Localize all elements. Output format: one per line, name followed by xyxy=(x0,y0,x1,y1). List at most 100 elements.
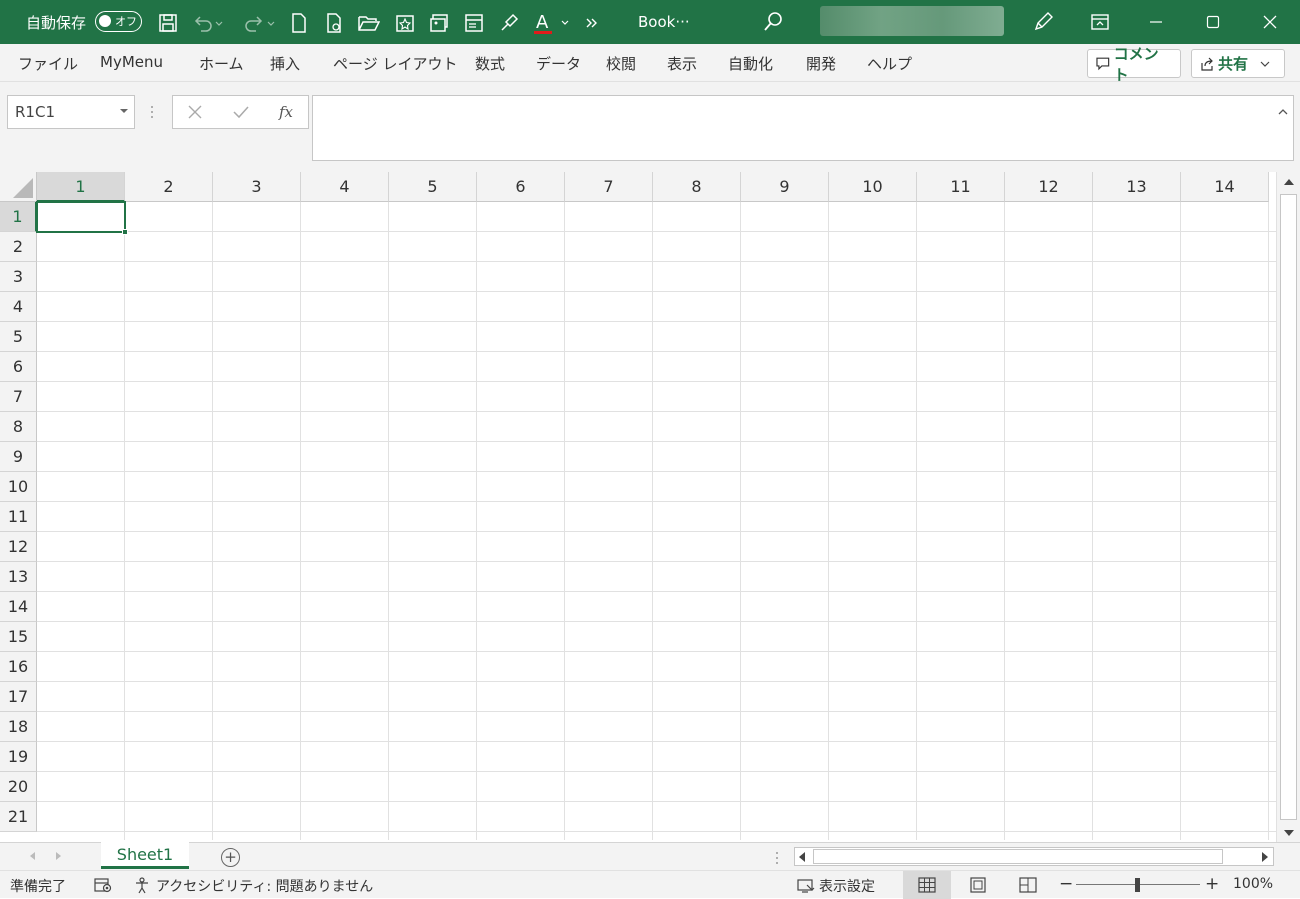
column-header[interactable]: 12 xyxy=(1005,172,1093,202)
fill-handle[interactable] xyxy=(122,229,128,235)
column-header[interactable]: 11 xyxy=(917,172,1005,202)
tab-home[interactable]: ホーム xyxy=(199,53,244,74)
share-button[interactable]: 共有 xyxy=(1191,49,1285,78)
scroll-down-icon[interactable] xyxy=(1284,830,1294,836)
row-header[interactable]: 15 xyxy=(0,622,37,652)
grip-icon[interactable] xyxy=(150,104,154,120)
column-header[interactable]: 13 xyxy=(1093,172,1181,202)
tab-review[interactable]: 校閲 xyxy=(606,53,636,74)
enter-icon[interactable] xyxy=(219,96,263,128)
row-header[interactable]: 16 xyxy=(0,652,37,682)
tab-insert[interactable]: 挿入 xyxy=(270,53,300,74)
zoom-out-icon[interactable]: − xyxy=(1059,874,1073,894)
column-header[interactable]: 7 xyxy=(565,172,653,202)
autosave-toggle[interactable]: オフ xyxy=(95,11,142,32)
row-header[interactable]: 21 xyxy=(0,802,37,832)
search-icon[interactable] xyxy=(758,8,788,36)
row-header[interactable]: 14 xyxy=(0,592,37,622)
add-sheet-icon[interactable]: + xyxy=(221,848,240,867)
maximize-button[interactable] xyxy=(1185,0,1241,44)
collapse-formula-icon[interactable] xyxy=(1278,108,1288,116)
row-header[interactable]: 6 xyxy=(0,352,37,382)
tab-help[interactable]: ヘルプ xyxy=(867,53,912,74)
prev-sheet-icon[interactable] xyxy=(30,852,35,860)
tab-file[interactable]: ファイル xyxy=(18,53,78,74)
row-header[interactable]: 2 xyxy=(0,232,37,262)
more-commands-icon[interactable] xyxy=(582,10,602,36)
column-header[interactable]: 3 xyxy=(213,172,301,202)
split-grip-icon[interactable] xyxy=(775,851,779,869)
vertical-scrollbar[interactable] xyxy=(1276,172,1300,842)
horizontal-scroll-thumb[interactable] xyxy=(813,849,1223,864)
name-box[interactable]: R1C1 xyxy=(7,95,135,129)
normal-view-button[interactable] xyxy=(903,871,951,899)
cell-area[interactable] xyxy=(37,202,1276,840)
worksheet-grid[interactable]: 1 2 3 4 5 6 7 8 9 10 11 12 13 14 1 2 3 4 5 6 7 8 9 10 11 12 13 14 1… xyxy=(0,172,1276,840)
row-header[interactable]: 12 xyxy=(0,532,37,562)
page-layout-view-button[interactable] xyxy=(954,871,1002,899)
tab-view[interactable]: 表示 xyxy=(667,53,697,74)
tab-automate[interactable]: 自動化 xyxy=(728,53,773,74)
column-header[interactable]: 8 xyxy=(653,172,741,202)
row-header[interactable]: 19 xyxy=(0,742,37,772)
insert-function-icon[interactable]: fx xyxy=(265,96,309,128)
row-header[interactable]: 20 xyxy=(0,772,37,802)
document-title[interactable]: Book··· xyxy=(638,13,690,31)
form-icon[interactable] xyxy=(461,10,487,36)
account-name[interactable] xyxy=(820,6,1004,36)
column-header[interactable]: 4 xyxy=(301,172,389,202)
font-color-icon[interactable]: A xyxy=(530,8,574,38)
accessibility-status[interactable]: アクセシビリティ: 問題ありません xyxy=(134,876,373,896)
display-settings-button[interactable]: 表示設定 xyxy=(797,876,875,896)
row-header[interactable]: 8 xyxy=(0,412,37,442)
next-sheet-icon[interactable] xyxy=(56,852,61,860)
tab-formulas[interactable]: 数式 xyxy=(475,53,505,74)
row-header[interactable]: 17 xyxy=(0,682,37,712)
column-header[interactable]: 14 xyxy=(1181,172,1269,202)
formula-input[interactable] xyxy=(312,95,1294,161)
row-header[interactable]: 4 xyxy=(0,292,37,322)
new-doc-icon[interactable] xyxy=(287,10,311,36)
scroll-left-icon[interactable] xyxy=(799,852,805,862)
close-button[interactable] xyxy=(1242,0,1298,44)
row-header[interactable]: 11 xyxy=(0,502,37,532)
tab-page-layout[interactable]: ページ レイアウト xyxy=(333,53,457,74)
row-header[interactable]: 9 xyxy=(0,442,37,472)
favorite-icon[interactable] xyxy=(392,10,418,36)
save-icon[interactable] xyxy=(155,10,181,36)
scroll-up-icon[interactable] xyxy=(1284,179,1294,185)
ribbon-display-icon[interactable] xyxy=(1085,8,1115,36)
tab-mymenu[interactable]: MyMenu xyxy=(100,53,163,71)
redo-icon[interactable] xyxy=(238,10,278,36)
row-header[interactable]: 18 xyxy=(0,712,37,742)
pen-icon[interactable] xyxy=(1028,8,1058,36)
active-cell[interactable] xyxy=(36,201,128,235)
comment-button[interactable]: コメント xyxy=(1087,45,1181,84)
column-header[interactable]: 5 xyxy=(389,172,477,202)
row-header[interactable]: 13 xyxy=(0,562,37,592)
select-all-button[interactable] xyxy=(0,172,37,202)
insert-picture-icon[interactable] xyxy=(426,10,452,36)
row-header[interactable]: 3 xyxy=(0,262,37,292)
zoom-slider-thumb[interactable] xyxy=(1135,878,1140,892)
vertical-scroll-thumb[interactable] xyxy=(1280,194,1297,820)
tab-developer[interactable]: 開発 xyxy=(806,53,836,74)
macro-record-icon[interactable] xyxy=(94,877,112,893)
row-header[interactable]: 1 xyxy=(0,202,37,232)
scroll-right-icon[interactable] xyxy=(1262,852,1268,862)
row-header[interactable]: 7 xyxy=(0,382,37,412)
tab-data[interactable]: データ xyxy=(536,53,581,74)
minimize-button[interactable] xyxy=(1128,0,1184,44)
column-header[interactable]: 10 xyxy=(829,172,917,202)
cancel-icon[interactable] xyxy=(173,96,217,128)
sheet-tab[interactable]: Sheet1 xyxy=(101,842,189,869)
column-header[interactable]: 9 xyxy=(741,172,829,202)
print-preview-icon[interactable] xyxy=(322,10,346,36)
undo-icon[interactable] xyxy=(190,10,226,36)
zoom-in-icon[interactable]: + xyxy=(1205,874,1219,894)
zoom-level[interactable]: 100% xyxy=(1233,876,1273,892)
row-header[interactable]: 10 xyxy=(0,472,37,502)
page-break-view-button[interactable] xyxy=(1004,871,1052,899)
horizontal-scrollbar[interactable] xyxy=(794,847,1274,866)
row-header[interactable]: 5 xyxy=(0,322,37,352)
